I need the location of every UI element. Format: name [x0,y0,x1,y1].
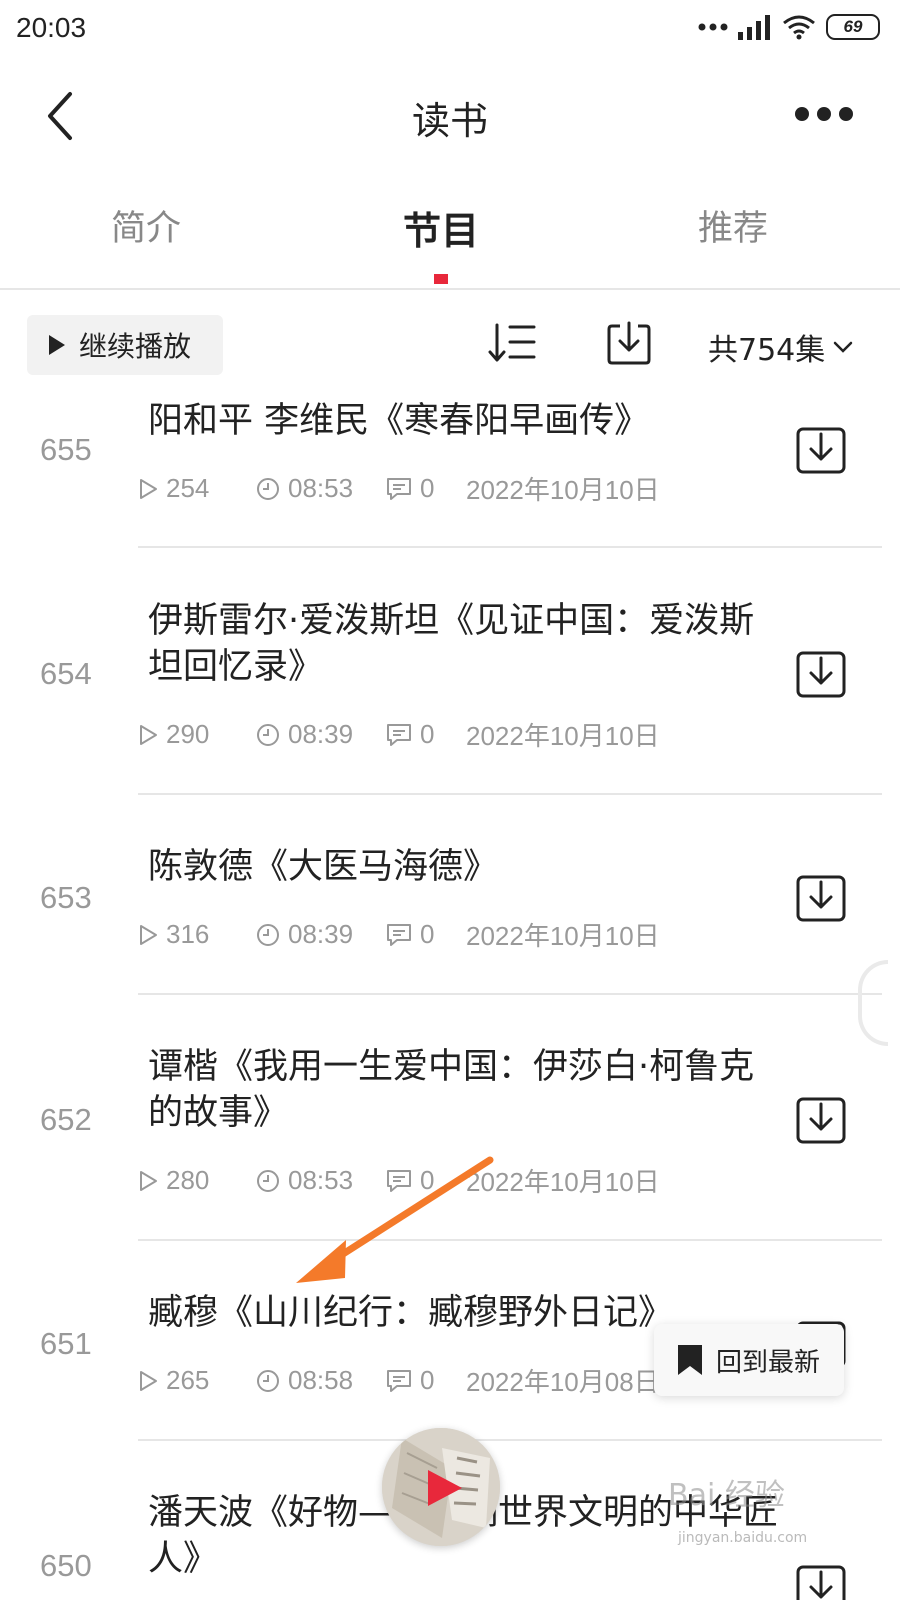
episode-meta: 265 08:58 0 2022年10月08日 [138,1362,660,1399]
episode-list: 655 阳和平 李维民《寒春阳早画传》 254 08:53 0 2022年10月… [0,390,900,1600]
publish-date: 2022年10月10日 [466,1167,660,1197]
scroll-handle[interactable] [858,960,888,1046]
episode-title: 谭楷《我用一生爱中国：伊莎白·柯鲁克的故事》 [148,1047,755,1133]
episode-meta: 280 08:53 0 2022年10月10日 [138,1162,660,1199]
play-count: 254 [166,473,210,503]
duration: 08:39 [288,719,354,749]
publish-date: 2022年10月10日 [466,921,660,951]
more-options-icon[interactable] [794,102,854,126]
play-count: 265 [166,1365,210,1395]
active-tab-indicator [434,274,448,284]
play-count-icon [140,724,157,745]
play-count: 280 [166,1165,210,1195]
play-count: 290 [166,719,210,749]
publish-date: 2022年10月08日 [466,1367,660,1397]
episode-item[interactable]: 655 阳和平 李维民《寒春阳早画传》 254 08:53 0 2022年10月… [0,390,900,548]
download-all-icon[interactable] [606,320,652,366]
status-icons: 69 [698,14,880,40]
clock-icon [257,723,279,746]
more-dots-status-icon [698,23,728,31]
episode-meta: 290 08:39 0 2022年10月10日 [138,716,660,753]
play-icon [428,1470,462,1506]
download-icon[interactable] [796,650,846,698]
tab-bar: 简介 节目 推荐 [0,170,900,290]
episode-title: 伊斯雷尔·爱泼斯坦《见证中国：爱泼斯坦回忆录》 [148,601,755,687]
play-count-icon [140,478,157,499]
episode-title: 阳和平 李维民《寒春阳早画传》 [148,401,650,441]
sort-icon[interactable] [488,322,536,364]
tab-intro[interactable]: 简介 [111,200,181,251]
episode-number: 653 [40,880,92,915]
chevron-down-icon [834,341,853,353]
download-icon[interactable] [796,1096,846,1144]
clock-icon [257,1169,279,1192]
episode-count-selector[interactable]: 共754集 [708,325,853,369]
comment-count: 0 [420,1165,435,1195]
comment-count: 0 [420,473,435,503]
duration: 08:58 [288,1365,354,1395]
tab-episodes[interactable]: 节目 [403,200,479,255]
duration: 08:53 [288,1165,354,1195]
back-to-latest-button[interactable]: 回到最新 [654,1324,844,1396]
episode-item[interactable]: 652 谭楷《我用一生爱中国：伊莎白·柯鲁克的故事》 280 08:53 0 2… [0,994,900,1241]
play-count-icon [140,924,157,945]
clock-icon [257,923,279,946]
download-icon[interactable] [796,1564,846,1600]
download-icon[interactable] [796,426,846,474]
comment-icon [387,1369,411,1392]
tab-recommend[interactable]: 推荐 [698,200,768,251]
back-to-latest-label: 回到最新 [716,1347,821,1378]
clock-icon [257,1369,279,1392]
play-count-icon [140,1370,157,1391]
comment-icon [387,723,411,746]
episode-item[interactable]: 654 伊斯雷尔·爱泼斯坦《见证中国：爱泼斯坦回忆录》 290 08:39 0 … [0,548,900,795]
episode-number: 650 [40,1548,92,1583]
comment-count: 0 [420,1365,435,1395]
battery-indicator: 69 [826,14,880,40]
publish-date: 2022年10月10日 [466,475,660,505]
wifi-icon [783,15,815,40]
play-count-icon [140,1170,157,1191]
comment-count: 0 [420,719,435,749]
episode-number: 652 [40,1102,92,1137]
duration: 08:53 [288,473,354,503]
mini-player[interactable] [382,1428,500,1546]
episode-title: 陈敦德《大医马海德》 [148,847,499,887]
nav-bar: 读书 [0,62,900,170]
clock-icon [257,477,279,500]
episode-number: 654 [40,656,92,691]
duration: 08:39 [288,919,354,949]
download-icon[interactable] [796,874,846,922]
status-time: 20:03 [16,12,87,43]
comment-icon [387,923,411,946]
episode-number: 655 [40,432,92,467]
comment-icon [387,1169,411,1192]
episode-meta: 316 08:39 0 2022年10月10日 [138,916,660,953]
episode-count-label: 共754集 [708,333,826,368]
continue-play-label: 继续播放 [79,330,192,363]
publish-date: 2022年10月10日 [466,721,660,751]
play-count: 316 [166,919,210,949]
episode-item[interactable]: 653 陈敦德《大医马海德》 316 08:39 0 2022年10月10日 [0,794,900,995]
play-icon [49,335,65,355]
comment-icon [387,477,411,500]
bookmark-icon [678,1345,702,1375]
watermark-url: jingyan.baidu.com [678,1530,808,1546]
episode-meta: 254 08:53 0 2022年10月10日 [138,470,660,507]
watermark-logo: Bai 经验 [668,1478,785,1513]
status-bar: 20:03 69 [0,0,900,62]
page-title: 读书 [411,99,488,143]
episode-number: 651 [40,1326,92,1361]
episode-toolbar: 继续播放 共754集 [0,300,900,390]
signal-icon [738,15,770,40]
continue-play-button[interactable]: 继续播放 [27,315,223,375]
comment-count: 0 [420,919,435,949]
